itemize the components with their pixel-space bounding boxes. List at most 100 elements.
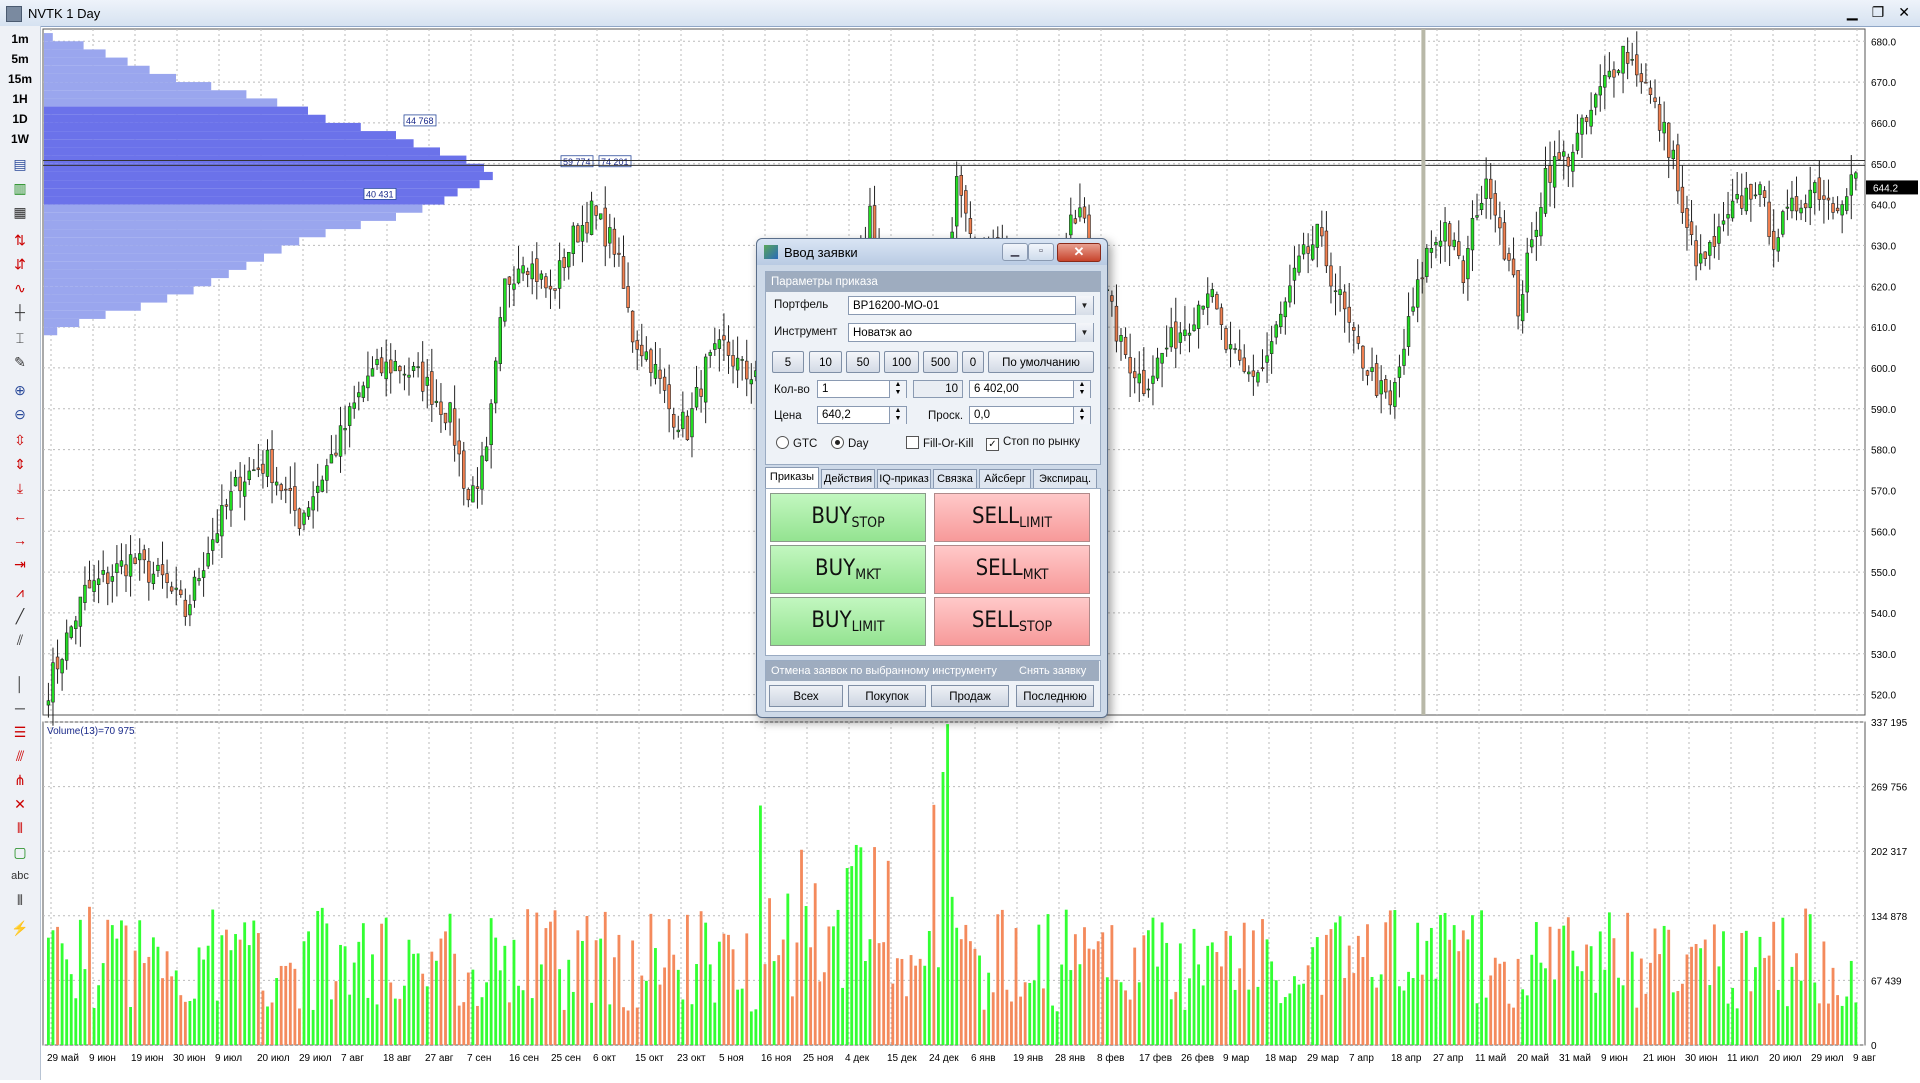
day-radio[interactable]: Day	[831, 436, 868, 450]
horizontal-line-icon[interactable]: ─	[8, 698, 32, 718]
cancel-buys-button[interactable]: Покупок	[848, 685, 926, 707]
qty-50-button[interactable]: 50	[846, 351, 880, 373]
qty-spinner-icon[interactable]: ▲ ▼	[889, 381, 906, 398]
gtc-radio[interactable]: GTC	[776, 436, 817, 450]
tab-orders[interactable]: Приказы	[765, 467, 819, 488]
dialog-minimize-icon[interactable]: ▁	[1002, 243, 1028, 261]
zoom-in-icon[interactable]: ⊕	[8, 380, 32, 400]
sell-stop-button[interactable]: SELLSTOP	[934, 597, 1090, 646]
cursor-icon[interactable]: ⌶	[8, 328, 32, 348]
price-spinner-icon[interactable]: ▲ ▼	[889, 407, 906, 424]
cycle-icon[interactable]: ⦀	[8, 818, 32, 838]
candle-body	[1575, 132, 1580, 151]
volume-bar	[859, 847, 863, 1045]
fib-icon[interactable]: ☰	[8, 722, 32, 742]
qty-input[interactable]: 1 ▲ ▼	[817, 380, 907, 398]
expand-icon[interactable]: ⤓	[8, 478, 32, 498]
bar-icon[interactable]: ▦	[8, 202, 32, 222]
timeframe-1d-button[interactable]: 1D	[4, 110, 36, 128]
channel-icon[interactable]: ⫽	[8, 630, 32, 650]
fit-icon[interactable]: ⇳	[8, 430, 32, 450]
arrow-left-icon[interactable]: ←	[8, 506, 32, 526]
portfolio-select[interactable]: BP16200-MO-01 ▼	[848, 296, 1094, 315]
volume-bar	[868, 939, 872, 1045]
arrow-end-icon[interactable]: ⇥	[8, 554, 32, 574]
cancel-all-button[interactable]: Всех	[769, 685, 843, 707]
x-tick-label: 4 дек	[845, 1053, 870, 1064]
volume-bar	[220, 935, 224, 1045]
gann-icon[interactable]: ✕	[8, 794, 32, 814]
text-icon[interactable]: abc	[8, 866, 32, 886]
volume-bar	[371, 954, 374, 1045]
close-icon[interactable]: ✕	[1898, 4, 1910, 21]
wave-icon[interactable]: ∿	[8, 278, 32, 298]
default-qty-button[interactable]: По умолчанию	[988, 351, 1094, 373]
timeframe-5m-button[interactable]: 5m	[4, 50, 36, 68]
candle-body	[329, 454, 334, 464]
sum-input[interactable]: 6 402,00 ▲ ▼	[969, 380, 1091, 398]
vertical-line-icon[interactable]: │	[8, 674, 32, 694]
buy-limit-button[interactable]: BUYLIMIT	[770, 597, 926, 646]
qty-5-button[interactable]: 5	[772, 351, 804, 373]
qty-10-button[interactable]: 10	[809, 351, 842, 373]
line-tool-icon[interactable]: ╱	[8, 606, 32, 626]
tab-actions[interactable]: Действия	[821, 469, 875, 488]
qty-100-button[interactable]: 100	[884, 351, 919, 373]
price-input[interactable]: 640,2 ▲ ▼	[817, 406, 907, 424]
crosshair-icon[interactable]: ┼	[8, 302, 32, 322]
zoom-out-icon[interactable]: ⊖	[8, 404, 32, 424]
slippage-spinner-icon[interactable]: ▲ ▼	[1073, 407, 1090, 424]
instrument-select[interactable]: Новатэк ао ▼	[848, 323, 1094, 342]
candle-body	[1361, 345, 1365, 369]
candle-body	[370, 368, 375, 377]
volume-bar	[1580, 971, 1584, 1045]
chevron-down-icon[interactable]: ▼	[1075, 323, 1093, 342]
timeframe-15m-button[interactable]: 15m	[4, 70, 36, 88]
candle-body	[493, 360, 498, 404]
volume-bar	[1306, 965, 1310, 1045]
x-tick-label: 18 мар	[1265, 1053, 1297, 1064]
delete-drawings-icon[interactable]: ⚡	[8, 918, 32, 938]
dialog-maximize-icon[interactable]: ▫	[1028, 243, 1054, 261]
candle-body	[1402, 348, 1406, 366]
market-stop-checkbox[interactable]: ✓ Стоп по рынку	[986, 436, 1080, 451]
trend-up-icon[interactable]: ⇅	[8, 230, 32, 250]
bars-icon[interactable]: ⦀	[8, 890, 32, 910]
rectangle-icon[interactable]: ▢	[8, 842, 32, 862]
fan-icon[interactable]: ⫻	[8, 746, 32, 766]
sum-spinner-icon[interactable]: ▲ ▼	[1073, 381, 1090, 398]
line-chart-icon[interactable]: ▤	[8, 154, 32, 174]
tab-expiration[interactable]: Экспирац.	[1033, 469, 1097, 488]
remove-last-button[interactable]: Последнюю	[1016, 685, 1094, 707]
timeframe-1h-button[interactable]: 1H	[4, 90, 36, 108]
chevron-down-icon[interactable]: ▼	[1075, 296, 1093, 315]
arrow-right-icon[interactable]: →	[8, 530, 32, 550]
trend-down-icon[interactable]: ⇵	[8, 254, 32, 274]
fit-vertical-icon[interactable]: ⇕	[8, 454, 32, 474]
qty-0-button[interactable]: 0	[962, 351, 984, 373]
buy-mkt-button[interactable]: BUYMKT	[770, 545, 926, 594]
pen-icon[interactable]: ✎	[8, 352, 32, 372]
pitchfork-icon[interactable]: ⋔	[8, 770, 32, 790]
restore-icon[interactable]: ❐	[1872, 4, 1885, 21]
candle-icon[interactable]: ▥	[8, 178, 32, 198]
candle-body	[1758, 184, 1762, 195]
qty-500-button[interactable]: 500	[923, 351, 958, 373]
slippage-input[interactable]: 0,0 ▲ ▼	[969, 406, 1091, 424]
tab-iq-order[interactable]: IQ-приказ	[877, 469, 931, 488]
zigzag-icon[interactable]: ⩘	[8, 582, 32, 602]
volume-bar	[608, 1004, 612, 1045]
timeframe-1m-button[interactable]: 1m	[4, 30, 36, 48]
tab-iceberg[interactable]: Айсберг	[979, 469, 1031, 488]
timeframe-1w-button[interactable]: 1W	[4, 130, 36, 148]
candle-body	[653, 363, 658, 379]
cancel-sells-button[interactable]: Продаж	[931, 685, 1009, 707]
tab-bundle[interactable]: Связка	[933, 469, 977, 488]
minimize-icon[interactable]: ▁	[1847, 4, 1858, 21]
sell-mkt-button[interactable]: SELLMKT	[934, 545, 1090, 594]
fok-checkbox[interactable]: Fill-Or-Kill	[906, 436, 973, 450]
dialog-close-icon[interactable]: ✕	[1057, 243, 1101, 262]
sell-limit-button[interactable]: SELLLIMIT	[934, 493, 1090, 542]
buy-stop-button[interactable]: BUYSTOP	[770, 493, 926, 542]
dialog-titlebar[interactable]: Ввод заявки ▁ ▫ ✕	[757, 239, 1107, 265]
